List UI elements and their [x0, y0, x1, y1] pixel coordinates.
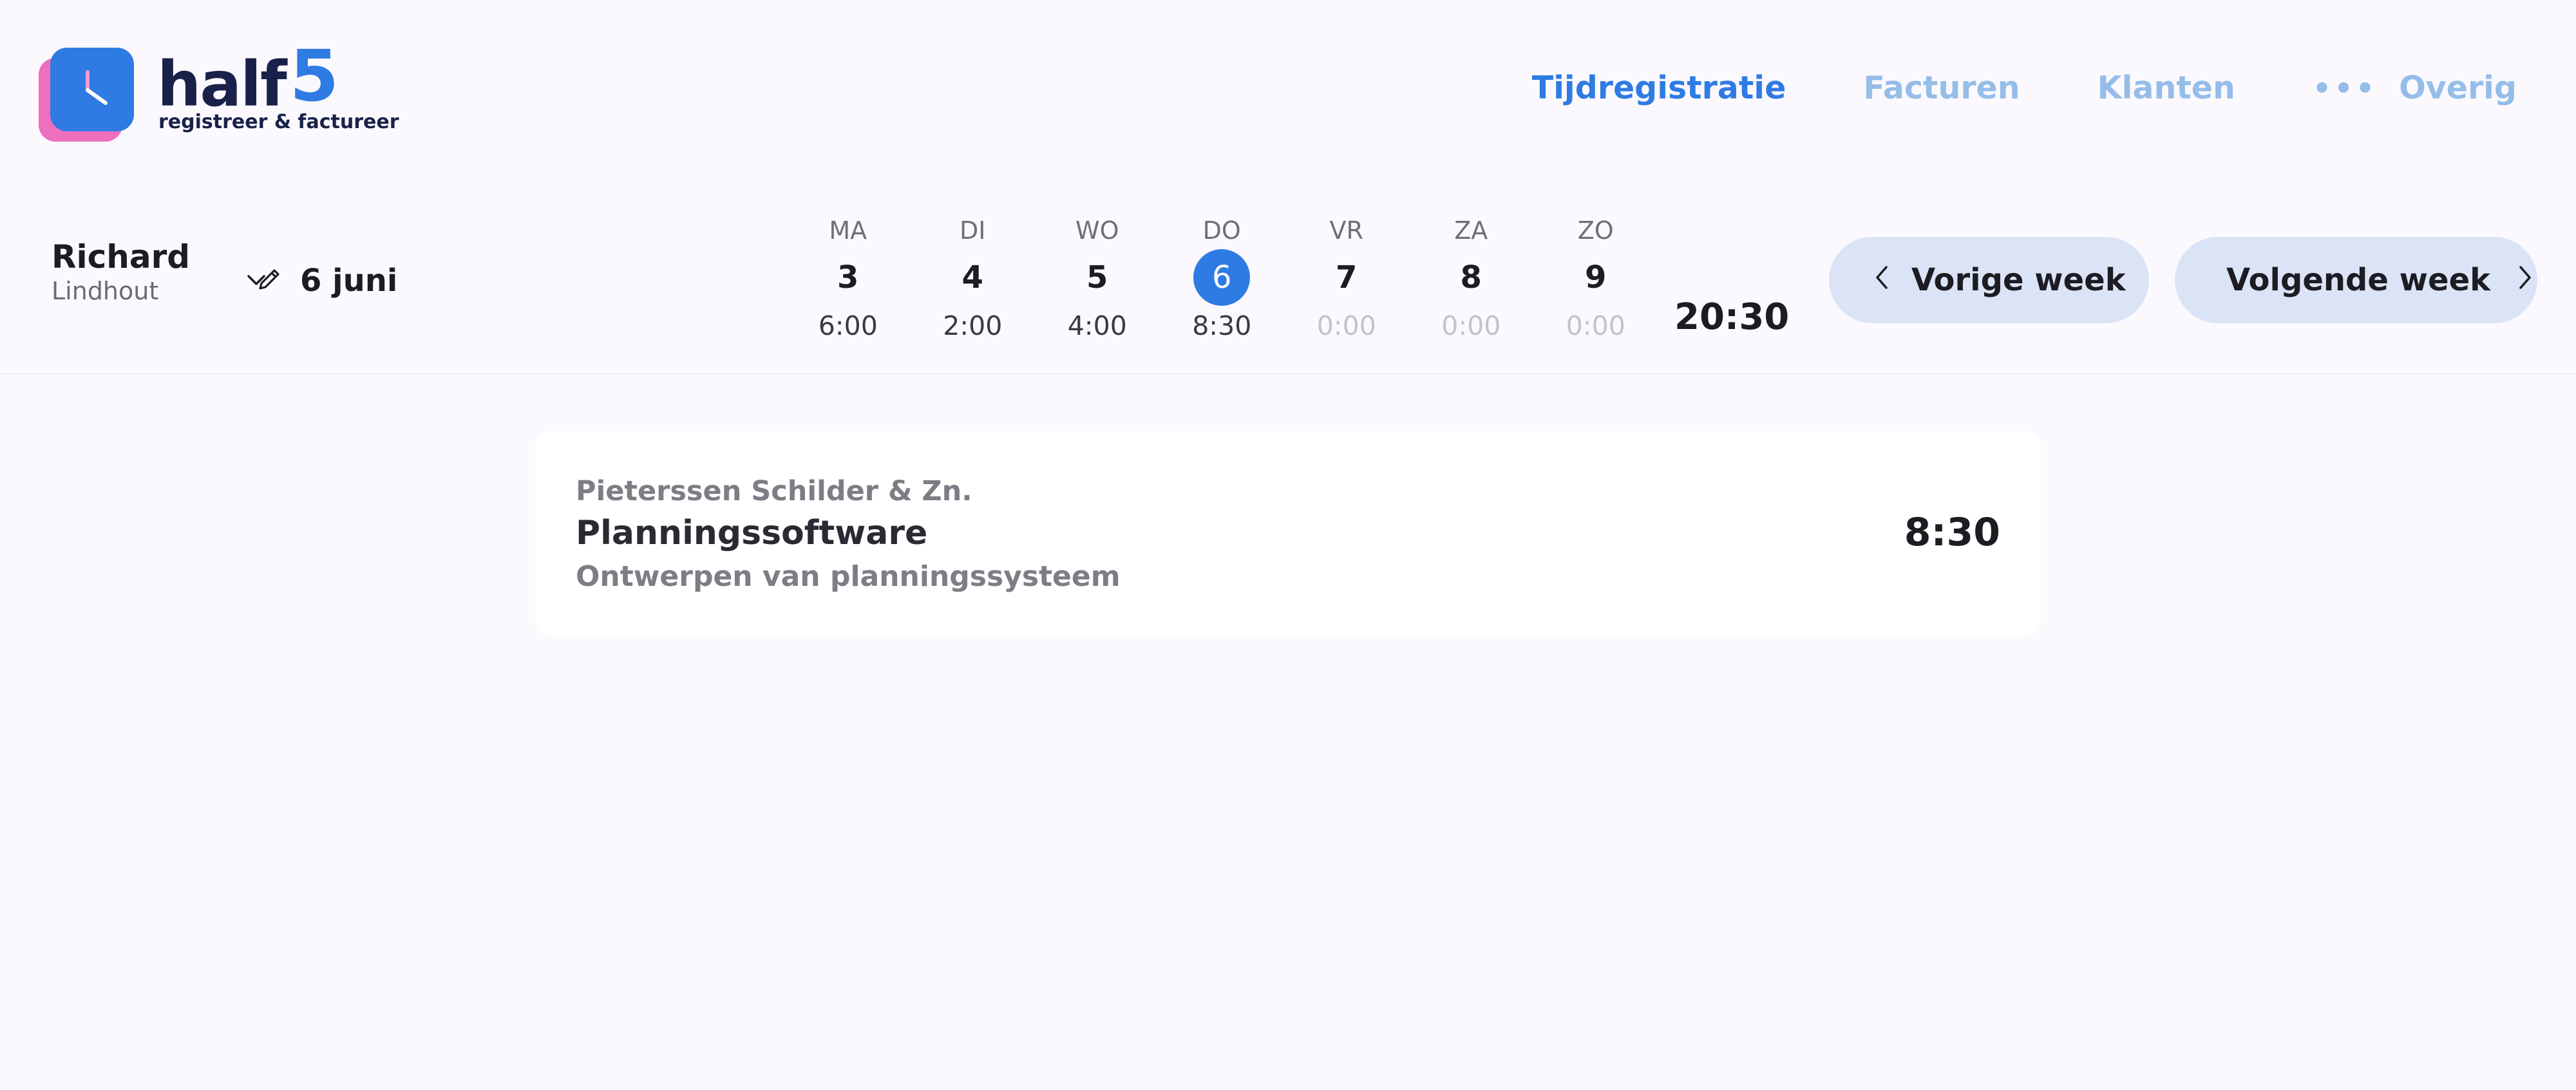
day-column[interactable]: ZA 8 0:00	[1409, 212, 1534, 345]
day-hours: 4:00	[1067, 310, 1127, 341]
day-hours: 8:30	[1192, 310, 1252, 341]
day-hours: 0:00	[1566, 310, 1625, 341]
nav-item-overig[interactable]: ••• Overig	[2313, 70, 2517, 106]
day-hours: 6:00	[818, 310, 878, 341]
entry-duration: 8:30	[1904, 510, 2000, 555]
app-logo[interactable]: half5 registreer & factureer	[39, 35, 399, 148]
entry-project: Planningssoftware	[576, 514, 928, 552]
day-abbr: WO	[1075, 216, 1119, 245]
time-entry-card[interactable]: Pieterssen Schilder & Zn. Planningssoftw…	[536, 431, 2040, 636]
main-nav: Tijdregistratie Facturen Klanten ••• Ove…	[1532, 70, 2517, 106]
logo-tagline: registreer & factureer	[158, 111, 399, 133]
logo-wordmark: half5	[157, 35, 339, 122]
week-total-hours: 20:30	[1674, 296, 1790, 338]
week-bar: Richard Lindhout 6 juni MA 3 6:00 DI 4 2…	[0, 187, 2576, 375]
nav-item-facturen[interactable]: Facturen	[1863, 70, 2020, 106]
day-column[interactable]: ZO 9 0:00	[1533, 212, 1658, 345]
day-column[interactable]: DO 6 8:30	[1160, 212, 1285, 345]
day-abbr: DO	[1202, 216, 1241, 245]
date-picker-button[interactable]: 6 juni	[255, 263, 397, 299]
chevron-right-icon	[2517, 262, 2533, 298]
previous-week-button[interactable]: Vorige week	[1829, 237, 2149, 323]
previous-week-label: Vorige week	[1911, 262, 2126, 298]
day-number: 3	[837, 259, 859, 296]
more-dots-icon: •••	[2312, 70, 2378, 106]
day-number: 9	[1585, 259, 1607, 296]
logo-name-half: half	[157, 48, 287, 120]
nav-item-overig-label: Overig	[2399, 70, 2517, 106]
pencil-icon	[255, 265, 283, 296]
day-hours: 0:00	[1441, 310, 1501, 341]
day-abbr: ZA	[1454, 216, 1488, 245]
day-abbr: VR	[1329, 216, 1363, 245]
user-first-name: Richard	[52, 238, 191, 276]
day-column[interactable]: WO 5 4:00	[1035, 212, 1160, 345]
chevron-left-icon	[1874, 262, 1889, 298]
next-week-button[interactable]: Volgende week	[2175, 237, 2537, 323]
nav-item-tijdregistratie[interactable]: Tijdregistratie	[1532, 70, 1786, 106]
day-number: 6	[1193, 249, 1251, 306]
day-abbr: ZO	[1577, 216, 1614, 245]
day-column[interactable]: MA 3 6:00	[786, 212, 911, 345]
user-last-name: Lindhout	[52, 277, 159, 305]
selected-date-label: 6 juni	[300, 263, 398, 299]
day-hours: 0:00	[1316, 310, 1376, 341]
day-column[interactable]: DI 4 2:00	[911, 212, 1036, 345]
week-days: MA 3 6:00 DI 4 2:00 WO 5 4:00 DO 6 8:30 …	[786, 212, 1658, 345]
day-number: 7	[1336, 259, 1358, 296]
app-header: half5 registreer & factureer Tijdregistr…	[0, 0, 2576, 167]
day-number: 5	[1086, 259, 1108, 296]
entry-client: Pieterssen Schilder & Zn.	[576, 475, 972, 507]
day-number: 4	[961, 259, 983, 296]
logo-name-five: 5	[289, 35, 339, 117]
day-column[interactable]: VR 7 0:00	[1284, 212, 1409, 345]
clock-icon	[50, 48, 134, 131]
user-selector[interactable]: Richard Lindhout	[52, 238, 265, 305]
day-number: 8	[1460, 259, 1482, 296]
day-hours: 2:00	[943, 310, 1003, 341]
entry-task: Ontwerpen van planningssysteem	[576, 560, 1121, 593]
nav-item-klanten[interactable]: Klanten	[2098, 70, 2235, 106]
day-abbr: MA	[829, 216, 867, 245]
day-abbr: DI	[960, 216, 986, 245]
next-week-label: Volgende week	[2226, 262, 2491, 298]
